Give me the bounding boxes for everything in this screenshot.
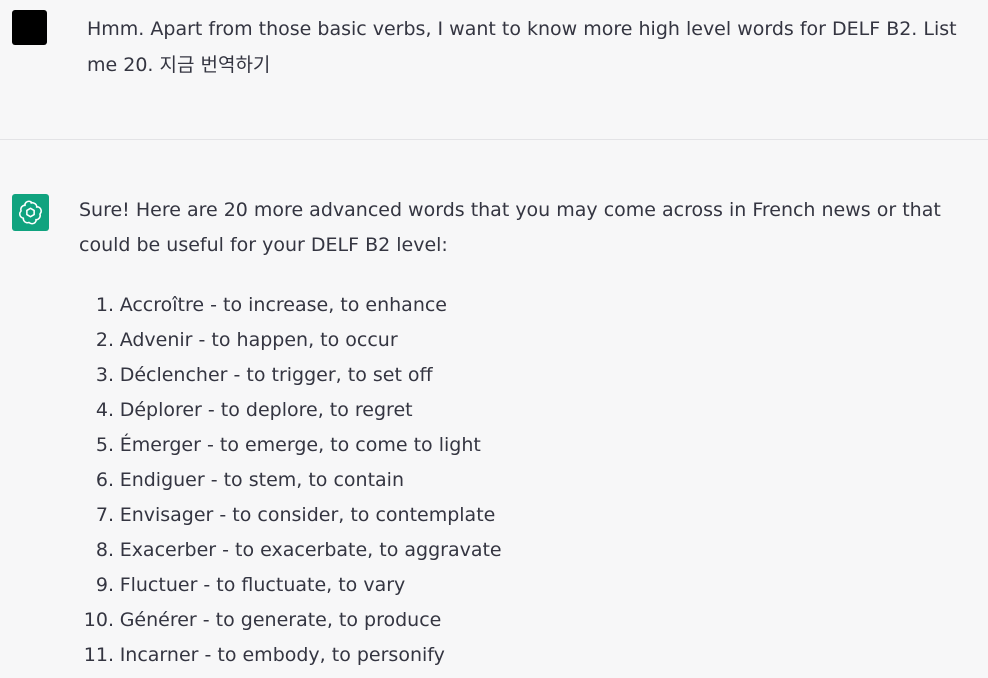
list-item-text: Fluctuer - to fluctuate, to vary — [119, 574, 406, 596]
assistant-message: Sure! Here are 20 more advanced words th… — [0, 141, 988, 678]
list-item: 2. Advenir - to happen, to occur — [79, 323, 502, 358]
list-item-number: 6. — [95, 469, 114, 491]
user-message-text: Hmm. Apart from those basic verbs, I wan… — [87, 18, 957, 76]
list-item: 8. Exacerber - to exacerbate, to aggravat… — [79, 533, 502, 568]
list-item-number: 1. — [95, 294, 114, 316]
list-item: 7. Envisager - to consider, to contemplat… — [79, 498, 502, 533]
word-list: 1. Accroître - to increase, to enhance 2. A… — [79, 288, 502, 673]
openai-logo-icon — [12, 194, 49, 231]
list-item-text: Exacerber - to exacerbate, to aggravate — [119, 539, 502, 561]
user-message: Hmm. Apart from those basic verbs, I wan… — [0, 0, 988, 140]
list-item-text: Incarner - to embody, to personify — [119, 644, 445, 666]
list-item: 6. Endiguer - to stem, to contain — [79, 463, 502, 498]
list-item: 5. Émerger - to emerge, to come to light — [79, 428, 502, 463]
list-item: 9. Fluctuer - to fluctuate, to vary — [79, 568, 502, 603]
list-item-number: 2. — [95, 329, 114, 351]
list-item-number: 4. — [95, 399, 114, 421]
list-item: 10. Générer - to generate, to produce — [79, 603, 502, 638]
assistant-intro-text: Sure! Here are 20 more advanced words th… — [79, 199, 941, 256]
list-item-number: 7. — [95, 504, 114, 526]
list-item: 1. Accroître - to increase, to enhance — [79, 288, 502, 323]
list-item-text: Générer - to generate, to produce — [119, 609, 442, 631]
list-item-number: 11. — [83, 644, 114, 666]
list-item-number: 3. — [95, 364, 114, 386]
list-item-number: 9. — [95, 574, 114, 596]
list-item-text: Envisager - to consider, to contemplate — [119, 504, 496, 526]
list-item: 11. Incarner - to embody, to personify — [79, 638, 502, 673]
list-item-text: Déclencher - to trigger, to set off — [119, 364, 433, 386]
user-avatar-icon — [12, 10, 47, 45]
list-item-number: 10. — [83, 609, 114, 631]
list-item: 4. Déplorer - to deplore, to regret — [79, 393, 502, 428]
list-item-number: 8. — [95, 539, 114, 561]
list-item-text: Déplorer - to deplore, to regret — [119, 399, 413, 421]
list-item-text: Émerger - to emerge, to come to light — [119, 434, 481, 456]
list-item-text: Advenir - to happen, to occur — [119, 329, 398, 351]
list-item-text: Endiguer - to stem, to contain — [119, 469, 404, 491]
list-item: 3. Déclencher - to trigger, to set off — [79, 358, 502, 393]
list-item-text: Accroître - to increase, to enhance — [119, 294, 447, 316]
list-item-number: 5. — [95, 434, 114, 456]
